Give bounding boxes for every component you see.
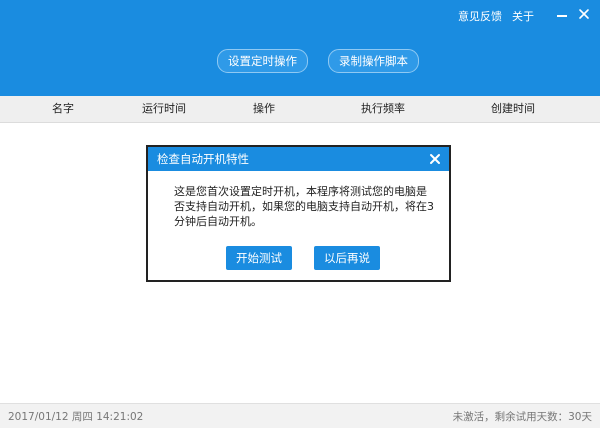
status-trial: 未激活，剩余试用天数：30天 bbox=[452, 411, 592, 423]
feedback-link[interactable]: 意见反馈 bbox=[458, 8, 502, 24]
later-button[interactable]: 以后再说 bbox=[314, 246, 380, 270]
dialog-actions: 开始测试 以后再说 bbox=[226, 246, 380, 270]
status-datetime: 2017/01/12 周四 14:21:02 bbox=[8, 411, 144, 423]
dialog-title: 检查自动开机特性 bbox=[157, 152, 249, 166]
column-created[interactable]: 创建时间 bbox=[491, 96, 535, 122]
close-icon bbox=[579, 9, 589, 19]
app-window: 意见反馈 关于 设置定时操作 录制操作脚本 名字 运行时间 操作 执行频率 创建… bbox=[0, 0, 600, 428]
header: 意见反馈 关于 设置定时操作 录制操作脚本 bbox=[0, 0, 600, 96]
dialog-titlebar: 检查自动开机特性 bbox=[148, 147, 449, 171]
column-frequency[interactable]: 执行频率 bbox=[361, 96, 405, 122]
dialog-close-button[interactable] bbox=[427, 151, 443, 167]
record-script-button[interactable]: 录制操作脚本 bbox=[328, 49, 419, 73]
column-name[interactable]: 名字 bbox=[52, 96, 74, 122]
set-timer-button[interactable]: 设置定时操作 bbox=[217, 49, 308, 73]
column-action[interactable]: 操作 bbox=[253, 96, 275, 122]
top-links: 意见反馈 关于 bbox=[458, 8, 534, 24]
minimize-button[interactable] bbox=[554, 6, 570, 22]
table-header: 名字 运行时间 操作 执行频率 创建时间 bbox=[0, 96, 600, 123]
status-bar: 2017/01/12 周四 14:21:02 未激活，剩余试用天数：30天 bbox=[0, 403, 600, 428]
auto-boot-dialog: 检查自动开机特性 这是您首次设置定时开机，本程序将测试您的电脑是否支持自动开机，… bbox=[146, 145, 451, 282]
dialog-message: 这是您首次设置定时开机，本程序将测试您的电脑是否支持自动开机，如果您的电脑支持自… bbox=[174, 185, 434, 228]
start-test-button[interactable]: 开始测试 bbox=[226, 246, 292, 270]
minimize-icon bbox=[557, 15, 567, 17]
about-link[interactable]: 关于 bbox=[512, 8, 534, 24]
close-icon bbox=[430, 154, 440, 164]
close-button[interactable] bbox=[576, 6, 592, 22]
column-runtime[interactable]: 运行时间 bbox=[142, 96, 186, 122]
header-actions: 设置定时操作 录制操作脚本 bbox=[217, 49, 419, 73]
